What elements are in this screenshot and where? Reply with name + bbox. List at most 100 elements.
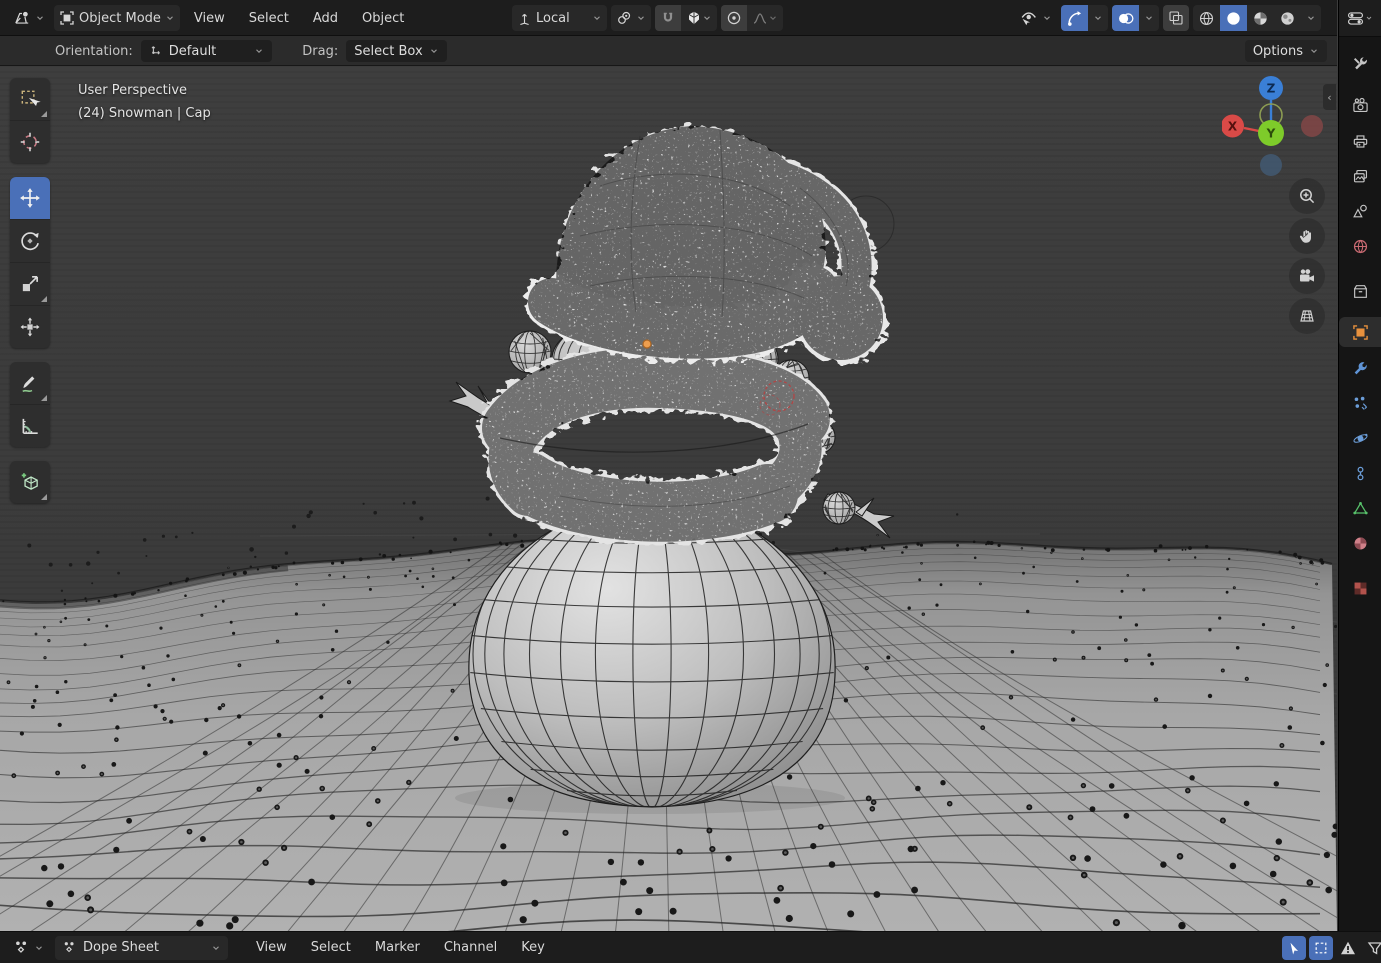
- show-hidden-toggle[interactable]: [1309, 935, 1333, 960]
- toggle-xray-button[interactable]: [1163, 5, 1189, 31]
- show-overlays-toggle[interactable]: [1112, 5, 1139, 31]
- tab-world[interactable]: [1339, 231, 1381, 261]
- falloff-curve-icon: [753, 13, 766, 24]
- chevron-down-icon: [1095, 16, 1101, 21]
- tab-output[interactable]: [1339, 126, 1381, 156]
- filter-button[interactable]: [1363, 936, 1381, 960]
- tab-physics[interactable]: [1339, 423, 1381, 453]
- tool-scale[interactable]: [10, 263, 50, 306]
- shading-rendered-button[interactable]: [1274, 5, 1301, 31]
- snowman-object[interactable]: [448, 126, 895, 808]
- tab-modifiers[interactable]: [1339, 353, 1381, 383]
- funnel-icon: [1367, 941, 1381, 955]
- pointer-icon: [1290, 942, 1299, 954]
- orientation-dropdown[interactable]: Default: [140, 40, 273, 62]
- menu-view[interactable]: View: [184, 5, 235, 31]
- camera-icon: [1300, 269, 1314, 282]
- chevron-down-icon: [1311, 49, 1317, 54]
- snap-target-dropdown[interactable]: [681, 5, 717, 31]
- dope-menu-key[interactable]: Key: [511, 935, 555, 961]
- tool-annotate[interactable]: [10, 362, 50, 405]
- tab-constraints[interactable]: [1339, 458, 1381, 488]
- menu-object[interactable]: Object: [352, 5, 414, 31]
- object-mode-icon: [60, 11, 74, 25]
- orientation-label: Orientation:: [55, 43, 133, 59]
- zoom-button[interactable]: [1289, 178, 1325, 214]
- proportional-editing-toggle[interactable]: [720, 5, 747, 31]
- gizmo-x-label: X: [1228, 120, 1238, 134]
- dope-menu-channel[interactable]: Channel: [434, 935, 507, 961]
- dope-menu-marker[interactable]: Marker: [365, 935, 430, 961]
- tab-texture[interactable]: [1339, 573, 1381, 603]
- tab-render[interactable]: [1339, 90, 1381, 120]
- tab-view-layer[interactable]: [1339, 161, 1381, 191]
- tool-measure[interactable]: [10, 405, 50, 447]
- drag-label: Drag:: [302, 43, 339, 59]
- shading-material-button[interactable]: [1247, 5, 1274, 31]
- cursor-3d-icon: [20, 132, 40, 152]
- tab-collection[interactable]: [1339, 276, 1381, 306]
- dope-menu-view[interactable]: View: [246, 935, 297, 961]
- properties-editor-type-button[interactable]: [1339, 0, 1381, 37]
- chevron-down-icon: [36, 945, 42, 950]
- shading-wireframe-button[interactable]: [1193, 5, 1220, 31]
- editor-type-button[interactable]: [8, 5, 50, 31]
- tab-tool[interactable]: [1339, 48, 1381, 78]
- camera-view-button[interactable]: [1289, 258, 1325, 294]
- proportional-falloff-dropdown[interactable]: [747, 5, 783, 31]
- gizmo-x-neg-axis[interactable]: [1301, 115, 1323, 137]
- hand-icon: [1299, 230, 1311, 243]
- snowman-scarf[interactable]: [479, 344, 833, 545]
- shading-dropdown[interactable]: [1301, 5, 1321, 31]
- sidebar-toggle[interactable]: ‹: [1323, 84, 1336, 110]
- gizmo-dropdown[interactable]: [1088, 5, 1108, 31]
- tab-object-data[interactable]: [1339, 493, 1381, 523]
- drag-dropdown[interactable]: Select Box: [346, 40, 447, 62]
- show-gizmo-toggle[interactable]: [1061, 5, 1088, 31]
- move-icon: [20, 188, 40, 208]
- tool-cursor[interactable]: [10, 121, 50, 163]
- pivot-point-dropdown[interactable]: [610, 5, 651, 31]
- tab-particles[interactable]: [1339, 388, 1381, 418]
- shading-material-icon: [1254, 11, 1267, 25]
- snowman-hat[interactable]: [525, 126, 887, 364]
- tool-select-box[interactable]: [10, 78, 50, 121]
- only-errors-toggle[interactable]: [1336, 936, 1360, 960]
- options-dropdown[interactable]: Options: [1244, 40, 1327, 62]
- only-selected-toggle[interactable]: [1282, 935, 1306, 960]
- overlays-dropdown[interactable]: [1139, 5, 1159, 31]
- chevron-down-icon: [593, 16, 600, 21]
- chevron-down-icon: [213, 945, 219, 950]
- tab-object[interactable]: [1339, 317, 1381, 347]
- chevron-down-icon: [256, 49, 263, 54]
- 3d-viewport-canvas[interactable]: [0, 66, 1337, 931]
- tab-material[interactable]: [1339, 528, 1381, 558]
- perspective-grid-icon: [1300, 310, 1314, 322]
- shading-solid-button[interactable]: [1220, 5, 1247, 31]
- mode-dropdown[interactable]: Object Mode: [54, 5, 180, 31]
- snap-toggle[interactable]: [654, 5, 681, 31]
- menu-select[interactable]: Select: [239, 5, 299, 31]
- tool-transform[interactable]: [10, 306, 50, 348]
- ortho-toggle-button[interactable]: [1289, 298, 1325, 334]
- shading-solid-icon: [1227, 11, 1240, 25]
- menu-add[interactable]: Add: [303, 5, 348, 31]
- dope-editor-type-button[interactable]: [8, 935, 49, 961]
- dope-menu-select[interactable]: Select: [301, 935, 361, 961]
- tool-rotate[interactable]: [10, 220, 50, 263]
- tool-add-cube[interactable]: [10, 461, 50, 503]
- pan-button[interactable]: [1289, 218, 1325, 254]
- orientation-value: Default: [168, 43, 217, 59]
- gizmo-z-neg-axis[interactable]: [1260, 154, 1282, 176]
- navigation-gizmo[interactable]: Z X Y: [1222, 76, 1332, 188]
- show-visibility-dropdown[interactable]: [1014, 5, 1057, 31]
- transform-orientation-icon: [520, 13, 529, 25]
- tab-scene[interactable]: [1339, 196, 1381, 226]
- transform-icon: [20, 317, 40, 337]
- transform-orientation-dropdown[interactable]: Local: [512, 5, 607, 31]
- tool-move[interactable]: [10, 177, 50, 220]
- dope-sheet-mode-dropdown[interactable]: Dope Sheet: [55, 935, 228, 960]
- transform-orientation-label: Local: [536, 10, 570, 26]
- zoom-icon: [1300, 189, 1315, 204]
- 3d-viewport[interactable]: User Perspective (24) Snowman | Cap Z X …: [0, 66, 1337, 931]
